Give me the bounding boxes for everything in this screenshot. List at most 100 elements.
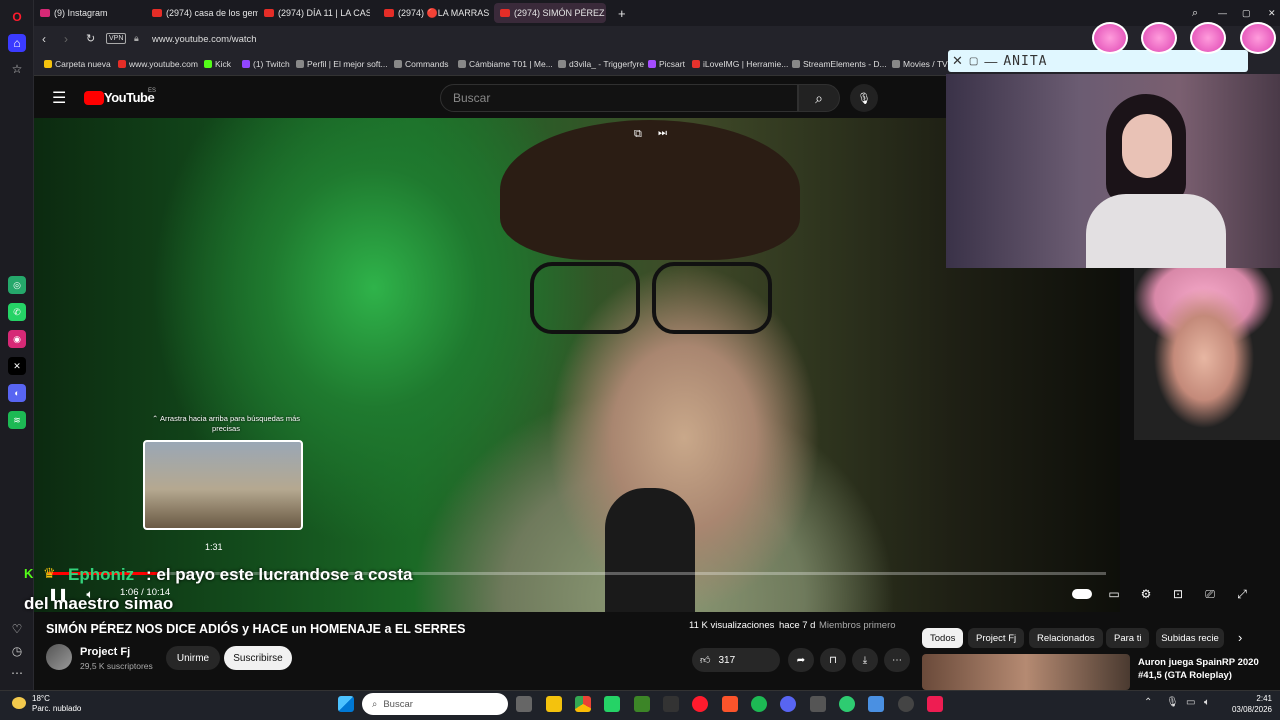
more-actions-button[interactable]: ⋯ [884, 648, 910, 672]
more-icon[interactable]: ⋯ [8, 664, 26, 682]
like-button[interactable]: 👍︎ 317 [692, 648, 780, 672]
history-icon[interactable]: ◷ [8, 642, 26, 660]
messenger-icon[interactable]: ◎ [8, 276, 26, 294]
microphone-icon[interactable]: 🎙︎ [1166, 697, 1179, 708]
recommended-title[interactable]: Auron juega SpainRP 2020 #41,5 (GTA Role… [1138, 656, 1268, 682]
voice-search-button[interactable]: 🎙︎ [850, 84, 878, 112]
weather-widget[interactable]: 18°C Parc. nublado [32, 694, 81, 714]
tiktok-icon[interactable] [927, 696, 943, 712]
opera-icon[interactable] [692, 696, 708, 712]
system-clock[interactable]: 2:41 03/08/2026 [1222, 693, 1272, 715]
search-button[interactable]: ⌕ [798, 84, 840, 112]
tab-video[interactable]: (2974) casa de los gemelo [146, 3, 258, 23]
whatsapp-icon[interactable] [604, 696, 620, 712]
autoplay-toggle[interactable] [1072, 586, 1092, 602]
bookmark-item[interactable]: www.youtube.com [118, 59, 198, 69]
bookmark-item[interactable]: Picsart [648, 59, 685, 69]
video-frame-detail [530, 262, 640, 334]
bookmark-item[interactable]: iLoveIMG | Herramie... [692, 59, 788, 69]
new-tab-button[interactable]: + [612, 3, 630, 23]
taskbar-search[interactable]: ⌕ Buscar [362, 693, 508, 715]
home-icon[interactable]: ⌂ [8, 34, 26, 52]
network-icon[interactable]: ▭ [1186, 697, 1195, 708]
chip-recent-uploads[interactable]: Subidas recie [1156, 628, 1224, 648]
bookmark-item[interactable]: StreamElements - D... [792, 59, 887, 69]
spotify-icon[interactable]: ≋ [8, 411, 26, 429]
pause-button[interactable]: ❚❚ [48, 586, 68, 602]
minecraft-icon[interactable] [634, 696, 650, 712]
app-icon[interactable] [839, 696, 855, 712]
bookmark-item[interactable]: Movies / TV [892, 59, 948, 69]
miniplayer-icon[interactable]: ⧉ [634, 128, 642, 141]
reload-icon[interactable]: ↻ [86, 32, 95, 45]
forward-icon[interactable]: › [64, 32, 68, 46]
opera-logo-icon[interactable]: O [8, 8, 26, 26]
chevron-right-icon[interactable]: › [1238, 630, 1242, 645]
fullscreen-button[interactable]: ⤢ [1232, 586, 1252, 602]
channel-name[interactable]: Project Fj [80, 646, 130, 658]
join-button[interactable]: Unirme [166, 646, 220, 670]
tab-instagram[interactable]: (9) Instagram [34, 3, 142, 23]
minimize-button[interactable]: — [1212, 3, 1230, 23]
epic-games-icon[interactable] [663, 696, 679, 712]
bookmark-item[interactable]: Kick [204, 59, 231, 69]
chevron-up-icon[interactable]: ⌃ [1144, 697, 1152, 708]
pig-emote-icon [1240, 22, 1276, 54]
back-icon[interactable]: ‹ [42, 32, 46, 46]
spotify-icon[interactable] [751, 696, 767, 712]
instagram-icon[interactable]: ◉ [8, 330, 26, 348]
star-icon[interactable]: ☆ [8, 60, 26, 78]
close-window-button[interactable]: ✕ [1262, 3, 1280, 23]
chip-channel[interactable]: Project Fj [968, 628, 1025, 648]
volume-icon[interactable]: 🔈︎ [1204, 697, 1210, 708]
settings-button[interactable]: ⚙ [1136, 586, 1156, 602]
chrome-icon[interactable] [575, 696, 591, 712]
overlay-title: ANITA [1003, 53, 1048, 69]
brave-icon[interactable] [722, 696, 738, 712]
webcam-frame-detail [1122, 114, 1172, 178]
bookmark-item[interactable]: Commands [394, 59, 448, 69]
url-field[interactable]: www.youtube.com/watch [152, 34, 257, 45]
tab-video[interactable]: (2974) 🔴LA MARRASH y [378, 3, 490, 23]
view-count: 11 K visualizaciones [689, 620, 775, 631]
share-button[interactable]: ➦ [788, 648, 814, 672]
windows-start-icon[interactable] [338, 696, 354, 712]
subscribe-button[interactable]: Suscribirse [224, 646, 292, 670]
x-icon[interactable]: ✕ [8, 357, 26, 375]
theater-button[interactable]: ⊡ [1168, 586, 1188, 602]
youtube-logo-text[interactable]: YouTube [104, 90, 155, 105]
search-input[interactable]: Buscar [440, 84, 798, 112]
file-explorer-icon[interactable] [546, 696, 562, 712]
bookmark-item[interactable]: Perfil | El mejor soft... [296, 59, 388, 69]
discord-icon[interactable] [780, 696, 796, 712]
menu-icon[interactable]: ☰ [52, 88, 66, 108]
app-icon[interactable] [810, 696, 826, 712]
maximize-button[interactable]: ▢ [1236, 3, 1254, 23]
vpn-badge[interactable]: VPN [106, 33, 127, 44]
obs-icon[interactable] [898, 696, 914, 712]
skip-icon[interactable]: ⏭ [658, 128, 667, 139]
bookmark-item[interactable]: Cámbiame T01 | Me... [458, 59, 553, 69]
save-button[interactable]: ⊓ [820, 648, 846, 672]
channel-avatar[interactable] [46, 644, 72, 670]
discord-icon[interactable]: ◐ [8, 384, 26, 402]
download-button[interactable]: ⤓ [852, 648, 878, 672]
heart-icon[interactable]: ♡ [8, 620, 26, 638]
recommended-thumbnail[interactable] [922, 654, 1130, 690]
bookmark-item[interactable]: (1) Twitch [242, 59, 290, 69]
search-tabs-icon[interactable]: ⌕ [1186, 3, 1204, 23]
bookmark-item[interactable]: Carpeta nueva [44, 59, 111, 69]
whatsapp-icon[interactable]: ✆ [8, 303, 26, 321]
tab-video[interactable]: (2974) DÍA 11 | LA CASA D [258, 3, 370, 23]
task-view-icon[interactable] [516, 696, 532, 712]
subtitles-button[interactable]: ▭ [1104, 586, 1124, 602]
volume-button[interactable]: 🔈︎ [80, 586, 100, 602]
cast-button[interactable]: ⎚ [1200, 586, 1220, 602]
chip-for-you[interactable]: Para ti [1106, 628, 1150, 648]
settings-app-icon[interactable] [868, 696, 884, 712]
chip-all[interactable]: Todos [922, 628, 964, 648]
youtube-logo-icon[interactable] [84, 91, 104, 105]
bookmark-item[interactable]: d3vila_ - Triggerfyre [558, 59, 644, 69]
tab-active[interactable]: (2974) SIMÓN PÉREZ [494, 3, 606, 23]
chip-related[interactable]: Relacionados [1029, 628, 1103, 648]
